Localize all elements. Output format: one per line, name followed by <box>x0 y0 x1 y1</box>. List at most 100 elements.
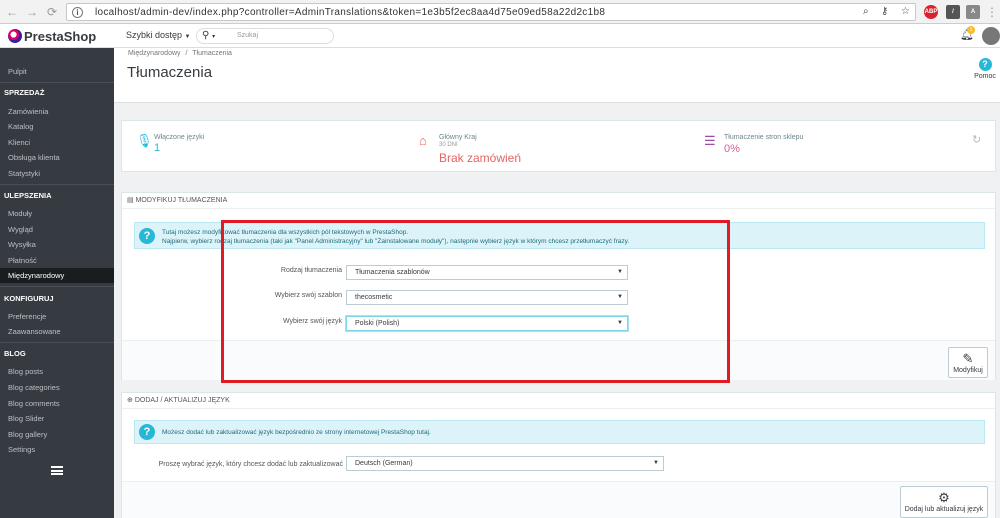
edit-icon: ✎ <box>962 351 974 366</box>
sidebar-item-customer-service[interactable]: Obsługa klienta <box>0 150 114 165</box>
sidebar-item-blog-posts[interactable]: Blog posts <box>0 364 114 379</box>
sidebar-item-shipping[interactable]: Wysyłka <box>0 237 114 252</box>
modify-button-label: Modyfikuj <box>953 367 983 374</box>
divider <box>0 184 114 185</box>
kpi-value: 0% <box>724 143 740 155</box>
add-update-language-label: Dodaj lub aktualizuj język <box>904 506 984 513</box>
kpi-label: Tłumaczenie stron sklepu <box>724 134 804 141</box>
help-label: Pomoc <box>974 73 996 80</box>
sidebar-item-blog-gallery[interactable]: Blog gallery <box>0 427 114 442</box>
collapse-menu-icon[interactable] <box>51 466 63 475</box>
sidebar-item-catalog[interactable]: Katalog <box>0 119 114 134</box>
sidebar-section-sales[interactable]: SPRZEDAŻ <box>0 85 114 100</box>
extension-icon[interactable]: / <box>946 5 960 19</box>
sidebar-item-design[interactable]: Wygląd <box>0 222 114 237</box>
browser-toolbar: ← → ⟳ i localhost/admin-dev/index.php?co… <box>0 0 1000 24</box>
theme-select[interactable]: thecosmetic ▼ <box>346 290 628 305</box>
logo[interactable]: PrestaShop <box>8 29 96 44</box>
panel-heading-label: MODYFIKUJ TŁUMACZENIA <box>135 197 228 204</box>
kpi-main-country: ⌂ Główny Kraj 30 DNI Brak zamówień <box>419 121 679 171</box>
kpi-sub: 30 DNI <box>439 142 458 148</box>
add-update-language-button[interactable]: ⚙ Dodaj lub aktualizuj język <box>900 486 988 518</box>
page-title: Tłumaczenia <box>127 64 213 81</box>
zoom-icon[interactable]: ⌕ <box>863 6 869 17</box>
reload-icon[interactable]: ⟳ <box>44 4 60 20</box>
sidebar-section-improve[interactable]: ULEPSZENIA <box>0 188 114 203</box>
info-alert: ? Możesz dodać lub zaktualizować język b… <box>134 420 985 444</box>
kpi-value: 1 <box>154 142 161 154</box>
add-language-panel: ⊕ DODAJ / AKTUALIZUJ JĘZYK ? Możesz doda… <box>121 392 996 518</box>
address-bar[interactable]: i localhost/admin-dev/index.php?controll… <box>66 3 916 21</box>
sidebar: Pulpit SPRZEDAŻ Zamówienia Katalog Klien… <box>0 48 114 518</box>
star-icon[interactable]: ☆ <box>901 6 910 17</box>
brand-name: PrestaShop <box>24 29 97 44</box>
select-value: Polski (Polish) <box>355 320 400 327</box>
info-text-line2: Najpierw, wybierz rodzaj tłumaczenia (ta… <box>162 238 630 245</box>
sidebar-item-blog-slider[interactable]: Blog Slider <box>0 411 114 426</box>
adblock-icon[interactable]: ABP <box>924 5 938 19</box>
panel-heading: ⊕ DODAJ / AKTUALIZUJ JĘZYK <box>122 393 995 409</box>
kpi-label: Włączone języki <box>154 134 205 141</box>
kpi-value: Brak zamówień <box>439 151 522 165</box>
sidebar-item-customers[interactable]: Klienci <box>0 135 114 150</box>
sidebar-item-orders[interactable]: Zamówienia <box>0 104 114 119</box>
translation-type-select[interactable]: Tłumaczenia szablonów ▼ <box>346 265 628 280</box>
help-button[interactable]: ? Pomoc <box>972 58 998 80</box>
back-icon[interactable]: ← <box>4 4 20 20</box>
modify-button[interactable]: ✎ Modyfikuj <box>948 347 988 378</box>
sidebar-item-settings[interactable]: Settings <box>0 442 114 457</box>
menu-icon[interactable]: ⋮ <box>984 4 1000 20</box>
sidebar-section-configure[interactable]: KONFIGURUJ <box>0 291 114 306</box>
question-icon: ? <box>139 227 155 244</box>
sidebar-item-blog-categories[interactable]: Blog categories <box>0 380 114 395</box>
sidebar-item-payment[interactable]: Płatność <box>0 253 114 268</box>
breadcrumb-separator: / <box>185 50 188 57</box>
search-input[interactable]: ⚲ ▾ Szukaj <box>196 28 334 44</box>
kpi-label: Główny Kraj <box>439 134 477 141</box>
prestashop-logo-icon <box>8 29 22 43</box>
breadcrumb-parent[interactable]: Międzynarodowy <box>128 50 181 57</box>
breadcrumb-current: Tłumaczenia <box>192 50 232 57</box>
forward-icon[interactable]: → <box>24 4 40 20</box>
sidebar-section-blog[interactable]: BLOG <box>0 346 114 361</box>
panel-heading-label: DODAJ / AKTUALIZUJ JĘZYK <box>134 397 230 404</box>
panel-footer: ✎ Modyfikuj <box>122 340 995 380</box>
sidebar-item-modules[interactable]: Moduły <box>0 206 114 221</box>
sidebar-item-stats[interactable]: Statystyki <box>0 166 114 181</box>
search-icon[interactable]: ⚲ ▾ <box>202 30 215 41</box>
sidebar-item-blog-comments[interactable]: Blog comments <box>0 396 114 411</box>
sidebar-item-preferences[interactable]: Preferencje <box>0 309 114 324</box>
info-icon[interactable]: i <box>72 7 83 18</box>
caret-down-icon: ▼ <box>617 320 623 326</box>
field-label: Proszę wybrać język, który chcesz dodać … <box>158 461 343 468</box>
caret-down-icon: ▼ <box>617 269 623 275</box>
list-icon: ☰ <box>704 133 716 148</box>
sidebar-item-international[interactable]: Międzynarodowy <box>0 268 114 283</box>
sidebar-item-advanced[interactable]: Zaawansowane <box>0 324 114 339</box>
quick-access-button[interactable]: Szybki dostęp ▼ <box>126 30 191 40</box>
select-value: Tłumaczenia szablonów <box>355 269 430 276</box>
divider <box>0 342 114 343</box>
kpi-row: 🎙︎ Włączone języki 1 ⌂ Główny Kraj 30 DN… <box>121 120 996 172</box>
sidebar-item-dashboard[interactable]: Pulpit <box>0 64 114 79</box>
refresh-icon[interactable]: ↻ <box>972 133 981 146</box>
divider <box>0 82 114 83</box>
question-icon: ? <box>139 424 155 440</box>
notifications-button[interactable]: 🔔︎ 1 <box>960 26 975 41</box>
modify-translations-panel: ▤ MODYFIKUJ TŁUMACZENIA ? Tutaj możesz m… <box>121 192 996 380</box>
search-placeholder: Szukaj <box>237 32 259 39</box>
home-icon: ⌂ <box>419 133 427 148</box>
key-icon[interactable]: ⚷ <box>881 6 888 17</box>
language-select[interactable]: Polski (Polish) ▼ <box>346 316 628 331</box>
panel-heading: ▤ MODYFIKUJ TŁUMACZENIA <box>122 193 995 209</box>
field-label: Rodzaj tłumaczenia <box>280 267 342 274</box>
notification-badge: 1 <box>967 26 975 34</box>
info-text: Możesz dodać lub zaktualizować język bez… <box>162 429 431 436</box>
avatar[interactable] <box>982 27 1000 45</box>
select-value: Deutsch (German) <box>355 460 413 467</box>
import-language-select[interactable]: Deutsch (German) ▼ <box>346 456 664 471</box>
pdf-icon[interactable]: A <box>966 5 980 19</box>
quick-access-label: Szybki dostęp <box>126 30 183 40</box>
field-label: Wybierz swój szablon <box>274 292 342 299</box>
divider <box>0 286 114 287</box>
